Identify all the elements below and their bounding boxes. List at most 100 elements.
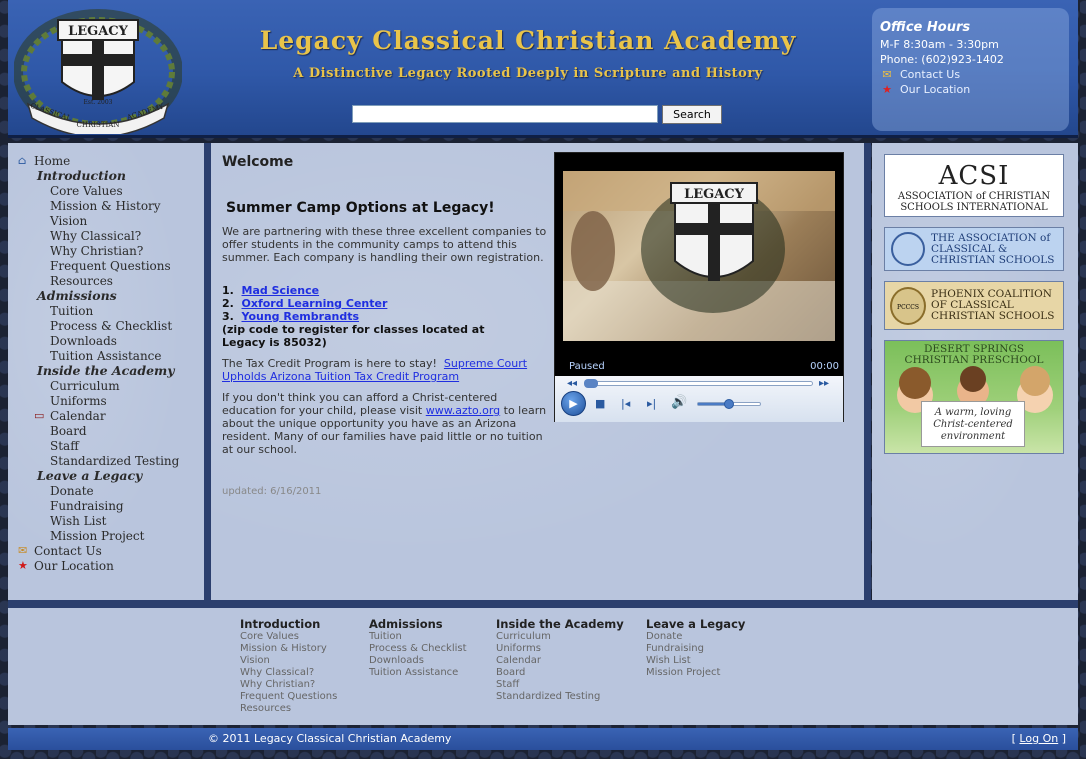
nav-item-frequent-questions[interactable]: Frequent Questions xyxy=(18,258,179,273)
camp-link-mad-science[interactable]: Mad Science xyxy=(242,284,320,297)
star-icon: ★ xyxy=(18,559,28,572)
pccs-banner[interactable]: PCCCS PHOENIX COALITION OF CLASSICAL CHR… xyxy=(884,281,1064,330)
acsi-line2: SCHOOLS INTERNATIONAL xyxy=(900,202,1048,213)
footer-link[interactable]: Uniforms xyxy=(496,643,624,655)
nav-item-staff[interactable]: Staff xyxy=(18,438,179,453)
footer-link[interactable]: Staff xyxy=(496,679,624,691)
nav-item-why-christian[interactable]: Why Christian? xyxy=(18,243,179,258)
footer-link[interactable]: Resources xyxy=(240,703,337,715)
academy-logo[interactable]: LEGACY Est. 2003 CLASSICAL CHRISTIAN ACA… xyxy=(14,6,182,134)
search-button[interactable]: Search xyxy=(662,105,722,124)
footer-link[interactable]: Tuition Assistance xyxy=(369,667,467,679)
video-frame[interactable]: LEGACY xyxy=(563,171,835,341)
nav-item-mission-project[interactable]: Mission Project xyxy=(18,528,179,543)
footer-link[interactable]: Donate xyxy=(646,631,745,643)
accs-banner[interactable]: THE ASSOCIATION of CLASSICAL & CHRISTIAN… xyxy=(884,227,1064,271)
fast-forward-icon[interactable]: ▸▸ xyxy=(819,378,829,389)
bottom-bar: © 2011 Legacy Classical Christian Academ… xyxy=(8,728,1078,750)
next-icon[interactable]: ▸| xyxy=(647,397,656,410)
nav-item-downloads[interactable]: Downloads xyxy=(18,333,179,348)
footer-link[interactable]: Curriculum xyxy=(496,631,624,643)
camp-link-young-rembrandts[interactable]: Young Rembrandts xyxy=(242,310,360,323)
volume-icon[interactable]: 🔊 xyxy=(671,395,687,410)
pccs-line3: CHRISTIAN SCHOOLS xyxy=(931,310,1055,322)
desert-card-line3: environment xyxy=(940,431,1006,442)
office-phone: Phone: (602)923-1402 xyxy=(880,53,1004,66)
footer-link[interactable]: Calendar xyxy=(496,655,624,667)
office-hours-time: M-F 8:30am - 3:30pm xyxy=(880,38,999,51)
desert-springs-banner[interactable]: DESERT SPRINGS CHRISTIAN PRESCHOOL A war… xyxy=(884,340,1064,454)
video-player[interactable]: LEGACY Paused 00:00 ◂◂ ▸▸ ▶ ■ |◂ ▸| 🔊 xyxy=(554,152,844,422)
footer-heading[interactable]: Introduction xyxy=(240,618,337,630)
previous-icon[interactable]: |◂ xyxy=(621,397,630,410)
seek-thumb[interactable] xyxy=(584,379,598,388)
footer-link[interactable]: Tuition xyxy=(369,631,467,643)
footer-heading[interactable]: Admissions xyxy=(369,618,467,630)
footer-link[interactable]: Core Values xyxy=(240,631,337,643)
volume-thumb[interactable] xyxy=(724,399,734,409)
seek-bar[interactable] xyxy=(584,379,813,388)
footer-link[interactable]: Mission & History xyxy=(240,643,337,655)
stop-icon[interactable]: ■ xyxy=(595,397,605,410)
nav-heading-leave-legacy[interactable]: Leave a Legacy xyxy=(18,468,179,483)
footer-heading[interactable]: Leave a Legacy xyxy=(646,618,745,630)
nav-item-fundraising[interactable]: Fundraising xyxy=(18,498,179,513)
nav-item-mission-history[interactable]: Mission & History xyxy=(18,198,179,213)
nav-item-calendar[interactable]: ▭ Calendar xyxy=(18,408,179,423)
acsi-banner[interactable]: ACSI ASSOCIATION of CHRISTIAN SCHOOLS IN… xyxy=(884,154,1064,217)
footer-link[interactable]: Wish List xyxy=(646,655,745,667)
nav-item-vision[interactable]: Vision xyxy=(18,213,179,228)
nav-item-why-classical[interactable]: Why Classical? xyxy=(18,228,179,243)
nav-item-curriculum[interactable]: Curriculum xyxy=(18,378,179,393)
nav-heading-inside-academy[interactable]: Inside the Academy xyxy=(18,363,179,378)
azto-link[interactable]: www.azto.org xyxy=(426,404,500,417)
office-hours-box: Office Hours M-F 8:30am - 3:30pm Phone: … xyxy=(872,8,1069,131)
nav-item-process-checklist[interactable]: Process & Checklist xyxy=(18,318,179,333)
camp-link-oxford[interactable]: Oxford Learning Center xyxy=(242,297,388,310)
rewind-icon[interactable]: ◂◂ xyxy=(567,378,577,389)
footer-link[interactable]: Why Christian? xyxy=(240,679,337,691)
nav-our-location[interactable]: ★ Our Location xyxy=(18,558,179,573)
nav-contact-us[interactable]: ✉ Contact Us xyxy=(18,543,179,558)
envelope-icon: ✉ xyxy=(882,68,892,81)
footer-link[interactable]: Downloads xyxy=(369,655,467,667)
nav-item-standardized-testing[interactable]: Standardized Testing xyxy=(18,453,179,468)
nav-item-calendar-label: Calendar xyxy=(50,408,106,423)
footer-link[interactable]: Why Classical? xyxy=(240,667,337,679)
nav-item-resources[interactable]: Resources xyxy=(18,273,179,288)
header-contact-label: Contact Us xyxy=(900,68,961,81)
site-title: Legacy Classical Christian Academy xyxy=(259,26,797,55)
nav-home-label: Home xyxy=(34,153,71,168)
nav-item-tuition-assistance[interactable]: Tuition Assistance xyxy=(18,348,179,363)
nav-item-tuition[interactable]: Tuition xyxy=(18,303,179,318)
desert-card-line2: Christ-centered xyxy=(933,419,1013,430)
nav-item-wish-list[interactable]: Wish List xyxy=(18,513,179,528)
header-location-link[interactable]: ★ Our Location xyxy=(880,82,1069,97)
footer-link[interactable]: Vision xyxy=(240,655,337,667)
logo-top-text: LEGACY xyxy=(68,24,129,39)
footer-link[interactable]: Mission Project xyxy=(646,667,745,679)
acsi-line1: ASSOCIATION of CHRISTIAN xyxy=(897,191,1051,202)
site-tagline: A Distinctive Legacy Rooted Deeply in Sc… xyxy=(293,66,763,81)
nav-item-donate[interactable]: Donate xyxy=(18,483,179,498)
home-icon: ⌂ xyxy=(18,154,27,167)
footer-link[interactable]: Fundraising xyxy=(646,643,745,655)
footer-link[interactable]: Process & Checklist xyxy=(369,643,467,655)
nav-heading-admissions[interactable]: Admissions xyxy=(18,288,179,303)
footer-link[interactable]: Board xyxy=(496,667,624,679)
nav-home[interactable]: ⌂ Home xyxy=(18,153,179,168)
nav-heading-introduction[interactable]: Introduction xyxy=(18,168,179,183)
desert-card-line1: A warm, loving xyxy=(934,407,1012,418)
volume-slider[interactable] xyxy=(697,399,761,409)
log-on-link[interactable]: Log On xyxy=(1019,732,1058,745)
footer-link[interactable]: Standardized Testing xyxy=(496,691,624,703)
play-button[interactable]: ▶ xyxy=(561,391,586,416)
footer-heading[interactable]: Inside the Academy xyxy=(496,618,624,630)
afford-paragraph: If you don't think you can afford a Chri… xyxy=(222,391,547,456)
search-input[interactable] xyxy=(352,105,658,123)
nav-item-core-values[interactable]: Core Values xyxy=(18,183,179,198)
nav-item-uniforms[interactable]: Uniforms xyxy=(18,393,179,408)
nav-item-board[interactable]: Board xyxy=(18,423,179,438)
footer-link[interactable]: Frequent Questions xyxy=(240,691,337,703)
header-contact-link[interactable]: ✉ Contact Us xyxy=(880,67,1069,82)
